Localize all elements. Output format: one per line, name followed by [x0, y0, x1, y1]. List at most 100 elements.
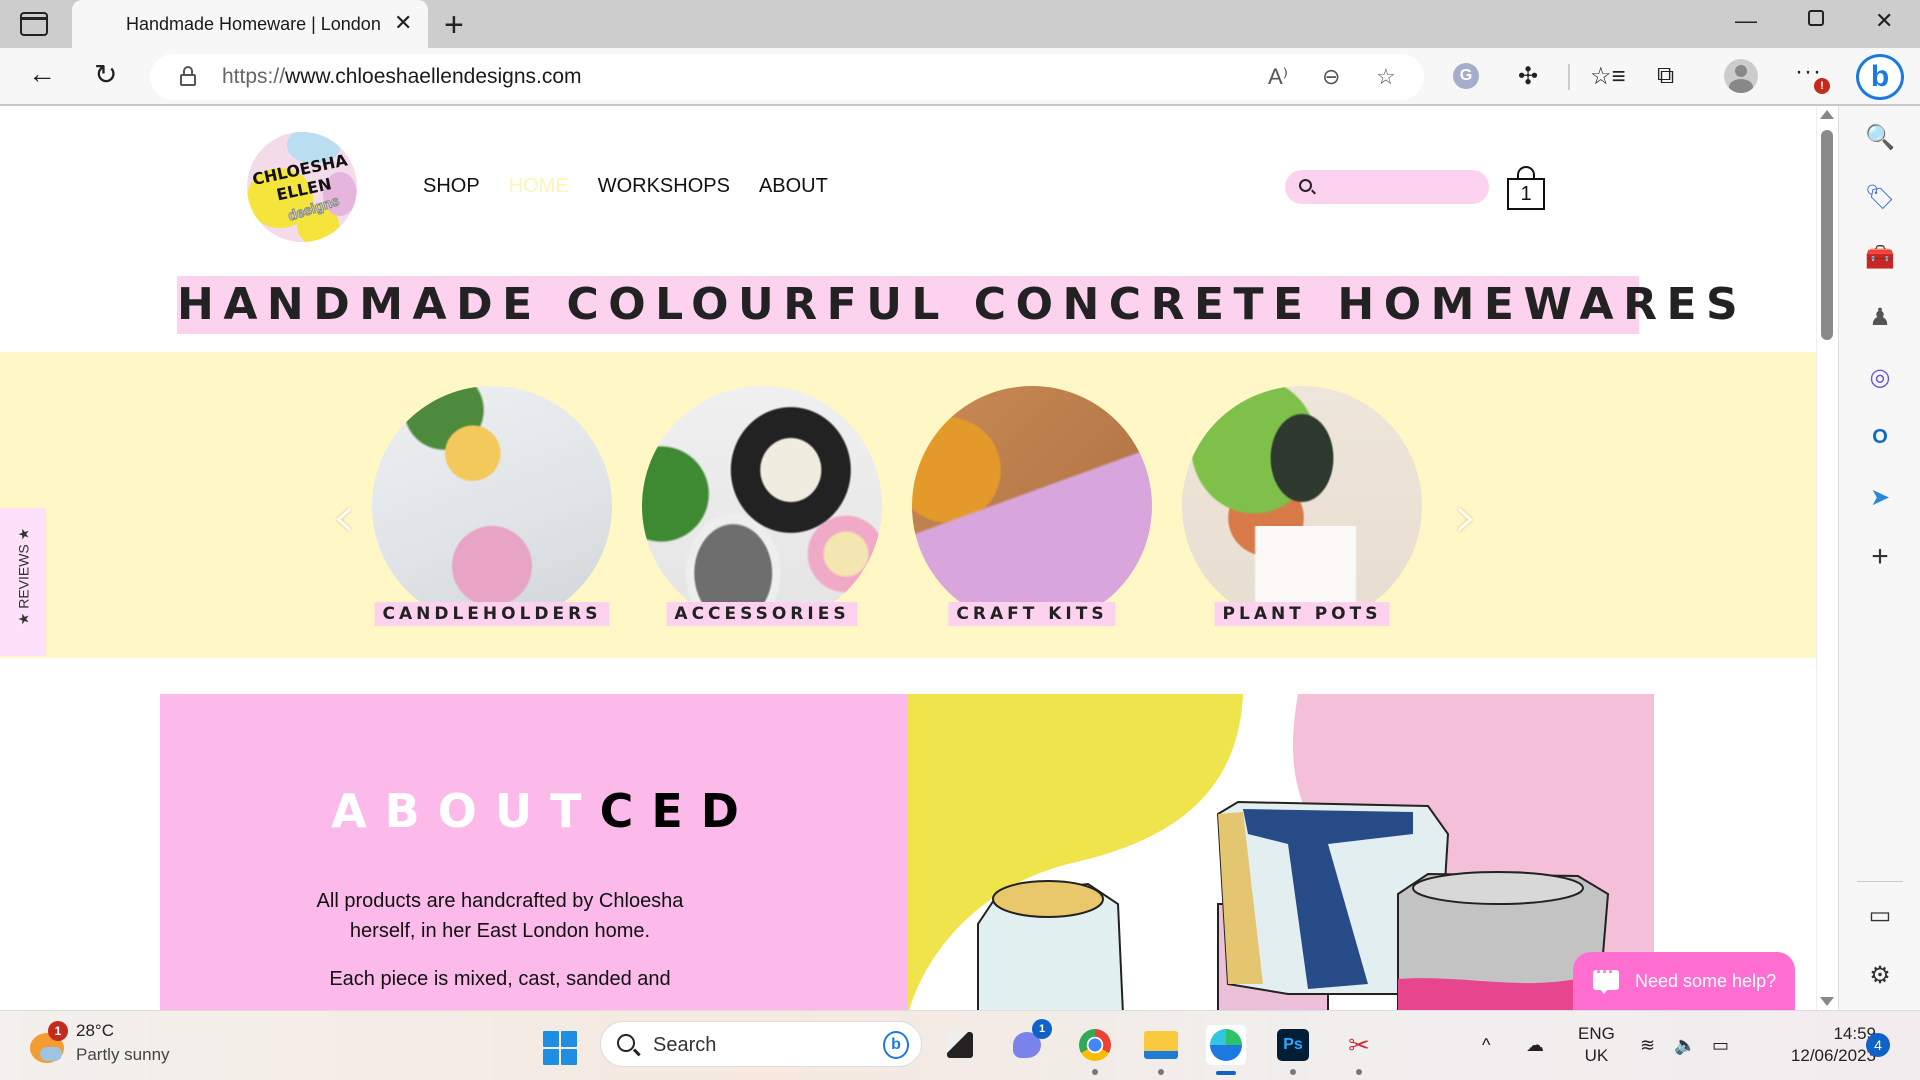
- read-aloud-icon[interactable]: A⁾: [1268, 64, 1288, 90]
- address-bar[interactable]: https://www.chloeshaellendesigns.com A⁾ …: [150, 54, 1424, 100]
- about-paragraph: Each piece is mixed, cast, sanded and: [329, 968, 671, 990]
- notification-badge[interactable]: 4: [1866, 1033, 1890, 1057]
- edge-icon[interactable]: [1206, 1025, 1246, 1065]
- toolbar-divider: [1568, 64, 1570, 90]
- nav-home[interactable]: HOME: [509, 175, 569, 198]
- about-section: ABOUTCED All products are handcrafted by…: [160, 694, 908, 1010]
- weather-badge: 1: [48, 1021, 68, 1041]
- tab-actions-icon[interactable]: [20, 12, 48, 36]
- about-paragraph: All products are handcrafted by Chloesha…: [316, 890, 684, 942]
- running-indicator: [1092, 1069, 1098, 1075]
- refresh-icon[interactable]: ↻: [94, 58, 117, 91]
- category-plant-pots[interactable]: PLANT POTS: [1182, 386, 1422, 626]
- chrome-icon[interactable]: [1075, 1025, 1115, 1065]
- close-tab-icon[interactable]: ✕: [394, 10, 412, 36]
- category-label[interactable]: ACCESSORIES: [666, 602, 858, 626]
- main-nav: SHOP HOME WORKSHOPS ABOUT: [423, 175, 828, 198]
- tools-icon[interactable]: 🧰: [1863, 240, 1897, 274]
- update-badge: !: [1814, 78, 1830, 94]
- show-hidden-icons[interactable]: ^: [1482, 1035, 1490, 1056]
- window-close-button[interactable]: ✕: [1875, 8, 1893, 34]
- games-icon[interactable]: ♟: [1863, 300, 1897, 334]
- accessories-image[interactable]: [642, 386, 882, 626]
- weather-desc[interactable]: Partly sunny: [76, 1045, 170, 1065]
- bing-copilot-icon[interactable]: b: [1856, 54, 1904, 100]
- sidebar-divider: [1857, 881, 1903, 882]
- battery-icon[interactable]: ▭: [1712, 1035, 1729, 1056]
- category-craft-kits[interactable]: CRAFT KITS: [912, 386, 1152, 626]
- nav-shop[interactable]: SHOP: [423, 175, 480, 198]
- search-icon[interactable]: 🔍: [1863, 120, 1897, 154]
- snipping-tool-icon[interactable]: ✂: [1339, 1025, 1379, 1065]
- bing-icon: b: [883, 1031, 909, 1059]
- zoom-out-icon[interactable]: ⊖: [1322, 64, 1340, 90]
- lock-icon[interactable]: [180, 66, 196, 86]
- weather-temp[interactable]: 28°C: [76, 1021, 114, 1041]
- teams-badge: 1: [1032, 1019, 1052, 1039]
- scroll-down-arrow[interactable]: [1820, 997, 1834, 1006]
- site-logo[interactable]: CHLOESHA ELLEN designs: [247, 132, 357, 242]
- web-page: CHLOESHA ELLEN designs SHOP HOME WORKSHO…: [0, 106, 1816, 1010]
- scroll-up-arrow[interactable]: [1820, 110, 1834, 119]
- candleholders-image[interactable]: [372, 386, 612, 626]
- volume-icon[interactable]: 🔈: [1674, 1035, 1696, 1056]
- photoshop-icon[interactable]: Ps: [1273, 1025, 1313, 1065]
- active-indicator: [1216, 1071, 1236, 1075]
- microsoft-365-icon[interactable]: ◎: [1863, 360, 1897, 394]
- add-favorite-icon[interactable]: ☆: [1376, 64, 1396, 90]
- shopping-tag-icon[interactable]: 🏷: [1863, 180, 1897, 214]
- category-label[interactable]: CANDLEHOLDERS: [374, 602, 610, 626]
- profile-avatar[interactable]: [1724, 59, 1758, 93]
- category-candleholders[interactable]: CANDLEHOLDERS: [372, 386, 612, 626]
- grammarly-extension-icon[interactable]: G: [1453, 63, 1479, 89]
- site-search-input[interactable]: [1285, 170, 1489, 204]
- help-label: Need some help?: [1635, 971, 1777, 991]
- send-icon[interactable]: ➤: [1863, 480, 1897, 514]
- search-icon: [617, 1034, 635, 1052]
- restore-button[interactable]: [1808, 10, 1824, 26]
- plant-pots-image[interactable]: [1182, 386, 1422, 626]
- concrete-pots-illustration: [908, 694, 1654, 1010]
- page-scrollbar[interactable]: [1816, 106, 1836, 1010]
- carousel-prev-arrow[interactable]: ‹: [332, 482, 356, 552]
- need-help-chat-button[interactable]: Need some help?: [1573, 952, 1795, 1010]
- outlook-icon[interactable]: O: [1863, 420, 1897, 454]
- taskbar-search-label: Search: [653, 1034, 717, 1056]
- reviews-tab[interactable]: ★ REVIEWS ★: [0, 508, 46, 656]
- scroll-thumb[interactable]: [1821, 130, 1833, 340]
- browser-titlebar: Handmade Homeware | London ✕ + — ✕: [0, 0, 1920, 48]
- add-sidebar-app-icon[interactable]: +: [1863, 540, 1897, 574]
- wifi-icon[interactable]: ≋: [1640, 1035, 1655, 1056]
- edge-sidebar: 🔍 🏷 🧰 ♟ ◎ O ➤ + ▭ ⚙: [1838, 106, 1920, 1010]
- about-illustration: [908, 694, 1654, 1010]
- category-label[interactable]: PLANT POTS: [1214, 602, 1390, 626]
- browser-tab[interactable]: Handmade Homeware | London ✕: [72, 0, 428, 48]
- onedrive-icon[interactable]: ☁: [1526, 1035, 1544, 1056]
- cart-count: 1: [1520, 183, 1532, 205]
- search-icon: [1299, 179, 1312, 192]
- taskbar-search[interactable]: Search b: [600, 1021, 922, 1067]
- extensions-icon[interactable]: ✣: [1518, 62, 1538, 91]
- file-explorer-icon[interactable]: [1141, 1025, 1181, 1065]
- new-tab-button[interactable]: +: [444, 6, 464, 45]
- nav-about[interactable]: ABOUT: [759, 175, 828, 198]
- favorites-icon[interactable]: ☆≡: [1590, 62, 1626, 91]
- url-text[interactable]: https://www.chloeshaellendesigns.com: [222, 65, 582, 89]
- cart-button[interactable]: 1: [1507, 166, 1545, 210]
- split-screen-icon[interactable]: ▭: [1863, 898, 1897, 932]
- gear-icon[interactable]: ⚙: [1863, 958, 1897, 992]
- craft-kits-image[interactable]: [912, 386, 1152, 626]
- clock[interactable]: 14:59 12/06/2023: [1760, 1023, 1876, 1067]
- carousel-next-arrow[interactable]: ›: [1454, 482, 1478, 552]
- task-view-icon[interactable]: [940, 1025, 980, 1065]
- minimize-button[interactable]: —: [1735, 8, 1757, 34]
- language-indicator[interactable]: ENG UK: [1578, 1023, 1615, 1067]
- nav-workshops[interactable]: WORKSHOPS: [598, 175, 730, 198]
- collections-icon[interactable]: ⧉: [1657, 62, 1674, 90]
- reviews-label: ★ REVIEWS ★: [15, 527, 32, 626]
- back-icon[interactable]: ←: [28, 58, 56, 90]
- start-button[interactable]: [543, 1031, 577, 1065]
- category-label[interactable]: CRAFT KITS: [948, 602, 1116, 626]
- category-accessories[interactable]: ACCESSORIES: [642, 386, 882, 626]
- windows-taskbar: 1 28°C Partly sunny Search b 1 Ps ✂ ^ ☁ …: [0, 1010, 1920, 1080]
